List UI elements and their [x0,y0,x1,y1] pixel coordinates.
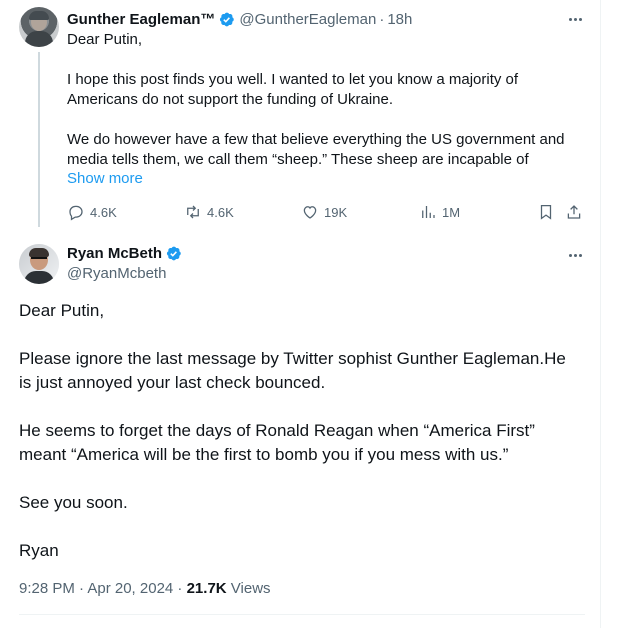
repost-icon [187,205,199,219]
share-button[interactable] [565,201,588,223]
handle[interactable]: @GuntherEagleman [239,11,376,28]
views-label: Views [226,580,271,597]
avatar[interactable] [19,244,59,284]
tweet-text-line: meant “America will be the first to bomb… [19,445,509,464]
like-button[interactable]: 19K [301,201,347,223]
verified-badge-icon [220,12,235,26]
reply-count: 4.6K [90,204,117,220]
show-more-link[interactable]: Show more [67,170,143,187]
tweet-text-line: is just annoyed your last check bounced. [19,373,326,392]
tweet-thread: Gunther Eagleman™ @GuntherEagleman · 18h… [0,0,601,628]
tweet-text-line: Please ignore the last message by Twitte… [19,349,566,368]
tweet-text-line: media tells them, we call them “sheep.” … [67,151,529,168]
action-bar: 4.6K 4.6K 19K 1M [67,201,587,223]
reply-icon [69,205,83,221]
verified-badge-icon [166,246,181,261]
author-name: Ryan McBeth [67,245,182,262]
views-count: 21.7K [186,580,227,597]
display-name[interactable]: Gunther Eagleman™ [67,11,215,28]
views-count: 1M [442,204,461,220]
analytics-icon [422,206,435,218]
timestamp[interactable]: 18h [387,11,412,28]
tweet-text-line: Americans do not support the funding of … [67,91,394,108]
more-options-icon[interactable] [566,246,584,264]
heart-icon [303,206,317,219]
views-button[interactable]: 1M [419,201,460,223]
post-timestamp[interactable]: 9:28 PM · Apr 20, 2024 · [19,580,187,597]
thread-connector [38,52,40,227]
display-name[interactable]: Ryan McBeth [67,245,162,262]
bookmark-icon [540,204,552,220]
tweet-text-line: Dear Putin, [19,301,105,320]
tweet-text-line: He seems to forget the days of Ronald Re… [19,421,535,440]
parent-tweet-header: Gunther Eagleman™ @GuntherEagleman · 18h [67,9,412,29]
handle[interactable]: @RyanMcbeth [67,265,166,282]
tweet-text-line: Dear Putin, [67,31,143,48]
avatar[interactable] [19,7,59,47]
like-count: 19K [324,204,348,220]
share-icon [567,205,581,219]
tweet-text-line: We do however have a few that believe ev… [67,131,565,148]
tweet-text-line: See you soon. [19,493,128,512]
reply-button[interactable]: 4.6K [67,201,117,223]
separator-dot: · [379,10,385,28]
bookmark-button[interactable] [537,201,560,223]
repost-button[interactable]: 4.6K [184,201,234,223]
more-options-icon[interactable] [566,10,584,28]
repost-count: 4.6K [207,204,234,220]
tweet-meta: 9:28 PM · Apr 20, 2024 · 21.7K Views [19,580,271,597]
tweet-text-line: I hope this post finds you well. I wante… [67,71,519,88]
divider [19,614,585,615]
tweet-text-line: Ryan [19,541,59,560]
